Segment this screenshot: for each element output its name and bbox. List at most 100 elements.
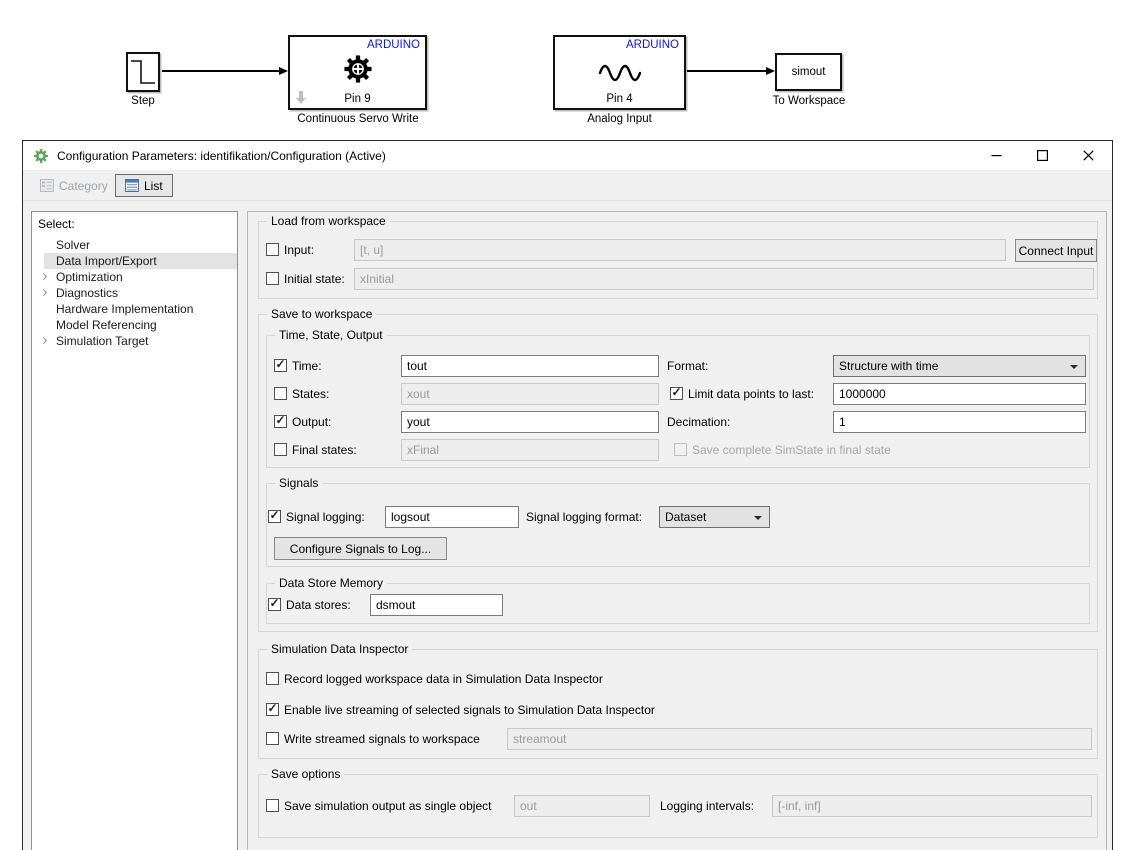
write-streamed-field[interactable]: streamout (507, 728, 1092, 750)
sidebar-item-hardware-implementation[interactable]: Hardware Implementation (32, 301, 237, 317)
format-dropdown[interactable]: Structure with time (833, 355, 1086, 377)
dialog-titlebar[interactable]: Configuration Parameters: identifikation… (23, 141, 1112, 170)
time-label: Time: (292, 355, 322, 377)
step-block-label: Step (106, 95, 180, 107)
limit-data-points-field[interactable]: 1000000 (833, 383, 1086, 405)
pin-label: Pin 4 (555, 93, 684, 105)
wire-arrowhead (279, 67, 288, 75)
to-workspace-block-label: To Workspace (755, 95, 863, 107)
wire-arrowhead (766, 67, 775, 75)
gear-icon (342, 53, 374, 85)
tree-item-label: Diagnostics (56, 286, 118, 300)
tree-item-label: Simulation Target (56, 334, 149, 348)
arduino-brand-label: ARDUINO (367, 39, 420, 51)
logging-intervals-field[interactable]: [-inf, inf] (772, 795, 1092, 817)
sine-wave-icon (596, 59, 644, 85)
initial-state-field[interactable]: xInitial (354, 268, 1094, 290)
list-view-icon (125, 179, 139, 192)
record-logged-checkbox[interactable] (266, 672, 279, 685)
input-checkbox[interactable] (266, 243, 279, 256)
connect-input-button[interactable]: Connect Input (1015, 239, 1097, 262)
close-icon (1083, 150, 1094, 161)
initial-state-checkbox[interactable] (266, 272, 279, 285)
tree-item-label: Hardware Implementation (56, 302, 193, 316)
states-checkbox[interactable] (274, 387, 287, 400)
list-view-button[interactable]: List (115, 174, 173, 197)
step-block[interactable] (126, 52, 160, 92)
sidebar-item-optimization[interactable]: Optimization (32, 269, 237, 285)
group-title: Load from workspace (267, 214, 390, 228)
single-object-checkbox[interactable] (266, 799, 279, 812)
to-workspace-block[interactable]: simout (775, 53, 842, 91)
data-stores-field[interactable]: dsmout (370, 594, 503, 616)
output-field[interactable]: yout (401, 411, 659, 433)
configuration-parameters-dialog: Configuration Parameters: identifikation… (22, 140, 1113, 850)
data-stores-label: Data stores: (286, 594, 351, 616)
final-states-field[interactable]: xFinal (401, 439, 659, 461)
dialog-title: Configuration Parameters: identifikation… (57, 149, 386, 163)
logging-intervals-label: Logging intervals: (660, 795, 754, 817)
settings-pane: Load from workspace Input: [t, u] Connec… (247, 211, 1107, 850)
minimize-icon (991, 150, 1002, 161)
group-title: Save options (267, 767, 344, 781)
states-field[interactable]: xout (401, 383, 659, 405)
step-signal-icon (128, 54, 158, 90)
final-states-checkbox[interactable] (274, 443, 287, 456)
enable-live-streaming-label: Enable live streaming of selected signal… (284, 699, 655, 721)
category-view-button[interactable]: Category (31, 174, 117, 197)
limit-data-points-checkbox[interactable] (670, 387, 683, 400)
initial-state-label: Initial state: (284, 268, 345, 290)
select-tree-panel: Select: Solver Data Import/Export Optimi… (31, 211, 238, 850)
sidebar-item-model-referencing[interactable]: Model Referencing (32, 317, 237, 333)
decimation-label: Decimation: (667, 411, 730, 433)
analog-input-block[interactable]: ARDUINO Pin 4 (553, 35, 686, 110)
configure-signals-button[interactable]: Configure Signals to Log... (274, 537, 447, 560)
group-title: Save to workspace (267, 307, 376, 321)
input-field[interactable]: [t, u] (354, 239, 1006, 261)
group-title: Simulation Data Inspector (267, 642, 412, 656)
wire-step-to-servo[interactable] (162, 70, 281, 72)
single-object-field[interactable]: out (514, 795, 650, 817)
enable-live-streaming-checkbox[interactable] (266, 703, 279, 716)
maximize-icon (1037, 150, 1048, 161)
sidebar-item-data-import-export[interactable]: Data Import/Export (32, 253, 237, 269)
analog-block-label: Analog Input (553, 113, 686, 125)
decimation-field[interactable]: 1 (833, 411, 1086, 433)
time-checkbox[interactable] (274, 359, 287, 372)
maximize-button[interactable] (1020, 141, 1064, 169)
sidebar-item-simulation-target[interactable]: Simulation Target (32, 333, 237, 349)
tree-item-label: Data Import/Export (56, 254, 157, 268)
sidebar-item-solver[interactable]: Solver (32, 237, 237, 253)
save-simstate-label: Save complete SimState in final state (692, 439, 891, 461)
servo-block-label: Continuous Servo Write (258, 113, 458, 125)
output-checkbox[interactable] (274, 415, 287, 428)
chevron-right-icon[interactable] (40, 272, 47, 279)
configuration-gear-icon (33, 148, 49, 164)
signal-logging-checkbox[interactable] (268, 510, 281, 523)
chevron-right-icon[interactable] (40, 288, 47, 295)
final-states-label: Final states: (292, 439, 357, 461)
signal-logging-format-dropdown[interactable]: Dataset (659, 506, 770, 528)
group-title: Time, State, Output (275, 328, 387, 342)
to-workspace-variable: simout (792, 66, 826, 78)
category-view-label: Category (59, 179, 108, 193)
chevron-right-icon[interactable] (40, 336, 47, 343)
group-title: Data Store Memory (275, 576, 387, 590)
wire-analog-to-workspace[interactable] (687, 70, 768, 72)
write-streamed-checkbox[interactable] (266, 732, 279, 745)
save-simstate-checkbox[interactable] (674, 443, 687, 456)
signal-logging-format-label: Signal logging format: (526, 506, 642, 528)
category-view-icon (40, 179, 54, 192)
data-stores-checkbox[interactable] (268, 598, 281, 611)
arduino-brand-label: ARDUINO (626, 39, 679, 51)
close-button[interactable] (1066, 141, 1110, 169)
sidebar-item-diagnostics[interactable]: Diagnostics (32, 285, 237, 301)
minimize-button[interactable] (974, 141, 1018, 169)
tree-item-label: Optimization (56, 270, 123, 284)
signal-logging-field[interactable]: logsout (385, 506, 519, 528)
time-field[interactable]: tout (401, 355, 659, 377)
tree-item-label: Solver (56, 238, 90, 252)
format-label: Format: (667, 355, 708, 377)
continuous-servo-write-block[interactable]: ARDUINO (288, 35, 427, 110)
single-object-label: Save simulation output as single object (284, 795, 491, 817)
